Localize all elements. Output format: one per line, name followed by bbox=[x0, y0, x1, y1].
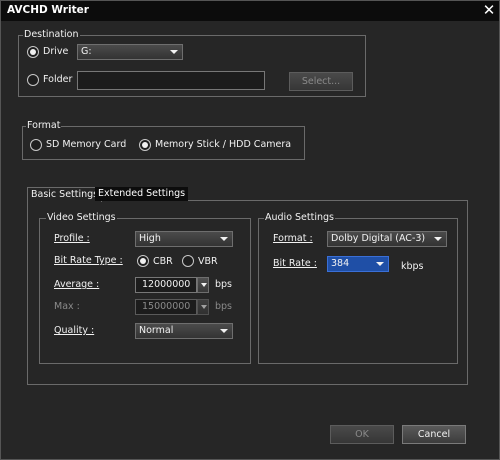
audio-format-combo[interactable]: Dolby Digital (AC-3) bbox=[327, 231, 447, 247]
average-bitrate-input[interactable]: 12000000 bbox=[135, 277, 197, 293]
memory-stick-label[interactable]: Memory Stick / HDD Camera bbox=[155, 139, 291, 150]
video-settings-label: Video Settings bbox=[46, 212, 117, 223]
audio-bitrate-combo[interactable]: 384 bbox=[327, 256, 389, 272]
drive-combo[interactable]: G: bbox=[77, 44, 183, 60]
close-icon[interactable]: ✕ bbox=[481, 3, 497, 19]
average-label: Average : bbox=[54, 279, 100, 290]
window-title: AVCHD Writer bbox=[7, 4, 89, 16]
sd-card-label[interactable]: SD Memory Card bbox=[46, 139, 126, 150]
select-folder-button[interactable]: Select... bbox=[289, 72, 353, 91]
drive-radio[interactable] bbox=[27, 46, 39, 58]
chevron-down-icon bbox=[201, 283, 207, 287]
chevron-down-icon bbox=[434, 237, 442, 241]
quality-combo[interactable]: Normal bbox=[135, 323, 233, 339]
folder-label[interactable]: Folder bbox=[43, 74, 72, 85]
sd-card-radio[interactable] bbox=[30, 139, 42, 151]
cbr-radio[interactable] bbox=[137, 255, 149, 267]
max-bitrate-value: 15000000 bbox=[142, 301, 191, 312]
drive-label[interactable]: Drive bbox=[43, 46, 68, 57]
audio-settings-label: Audio Settings bbox=[264, 212, 335, 223]
cancel-button[interactable]: Cancel bbox=[402, 425, 466, 444]
folder-path-field[interactable] bbox=[77, 71, 265, 90]
title-bar[interactable]: AVCHD Writer ✕ bbox=[1, 1, 499, 21]
avchd-writer-window: AVCHD Writer ✕ Destination Drive G: Fold… bbox=[0, 0, 500, 460]
chevron-down-icon bbox=[220, 329, 228, 333]
tab-extended-settings[interactable]: Extended Settings bbox=[95, 187, 189, 201]
format-label: Format bbox=[26, 120, 62, 131]
memory-stick-radio[interactable] bbox=[139, 139, 151, 151]
folder-radio[interactable] bbox=[27, 74, 39, 86]
tab-basic-settings[interactable]: Basic Settings bbox=[27, 187, 103, 202]
bitrate-type-label: Bit Rate Type : bbox=[54, 255, 123, 266]
profile-value: High bbox=[139, 233, 161, 244]
max-label: Max : bbox=[54, 301, 80, 312]
quality-label: Quality : bbox=[54, 325, 95, 336]
destination-label: Destination bbox=[23, 29, 80, 40]
ok-button[interactable]: OK bbox=[330, 425, 394, 444]
average-bitrate-value: 12000000 bbox=[142, 279, 191, 290]
audio-format-value: Dolby Digital (AC-3) bbox=[331, 233, 426, 244]
chevron-down-icon bbox=[201, 305, 207, 309]
chevron-down-icon bbox=[170, 50, 178, 54]
audio-bitrate-value: 384 bbox=[331, 258, 350, 269]
average-unit: bps bbox=[215, 279, 233, 290]
audio-bitrate-label: Bit Rate : bbox=[273, 258, 317, 269]
vbr-radio[interactable] bbox=[182, 255, 194, 267]
drive-value: G: bbox=[81, 46, 92, 57]
average-bitrate-dropdown[interactable] bbox=[197, 277, 209, 293]
cbr-label[interactable]: CBR bbox=[153, 256, 173, 267]
profile-label: Profile : bbox=[54, 233, 90, 244]
vbr-label[interactable]: VBR bbox=[198, 256, 218, 267]
max-unit: bps bbox=[215, 301, 233, 312]
chevron-down-icon bbox=[376, 262, 384, 266]
max-bitrate-input[interactable]: 15000000 bbox=[135, 299, 197, 315]
audio-bitrate-unit: kbps bbox=[401, 261, 424, 272]
quality-value: Normal bbox=[139, 325, 174, 336]
max-bitrate-dropdown[interactable] bbox=[197, 299, 209, 315]
audio-format-label: Format : bbox=[273, 233, 313, 244]
chevron-down-icon bbox=[220, 237, 228, 241]
profile-combo[interactable]: High bbox=[135, 231, 233, 247]
